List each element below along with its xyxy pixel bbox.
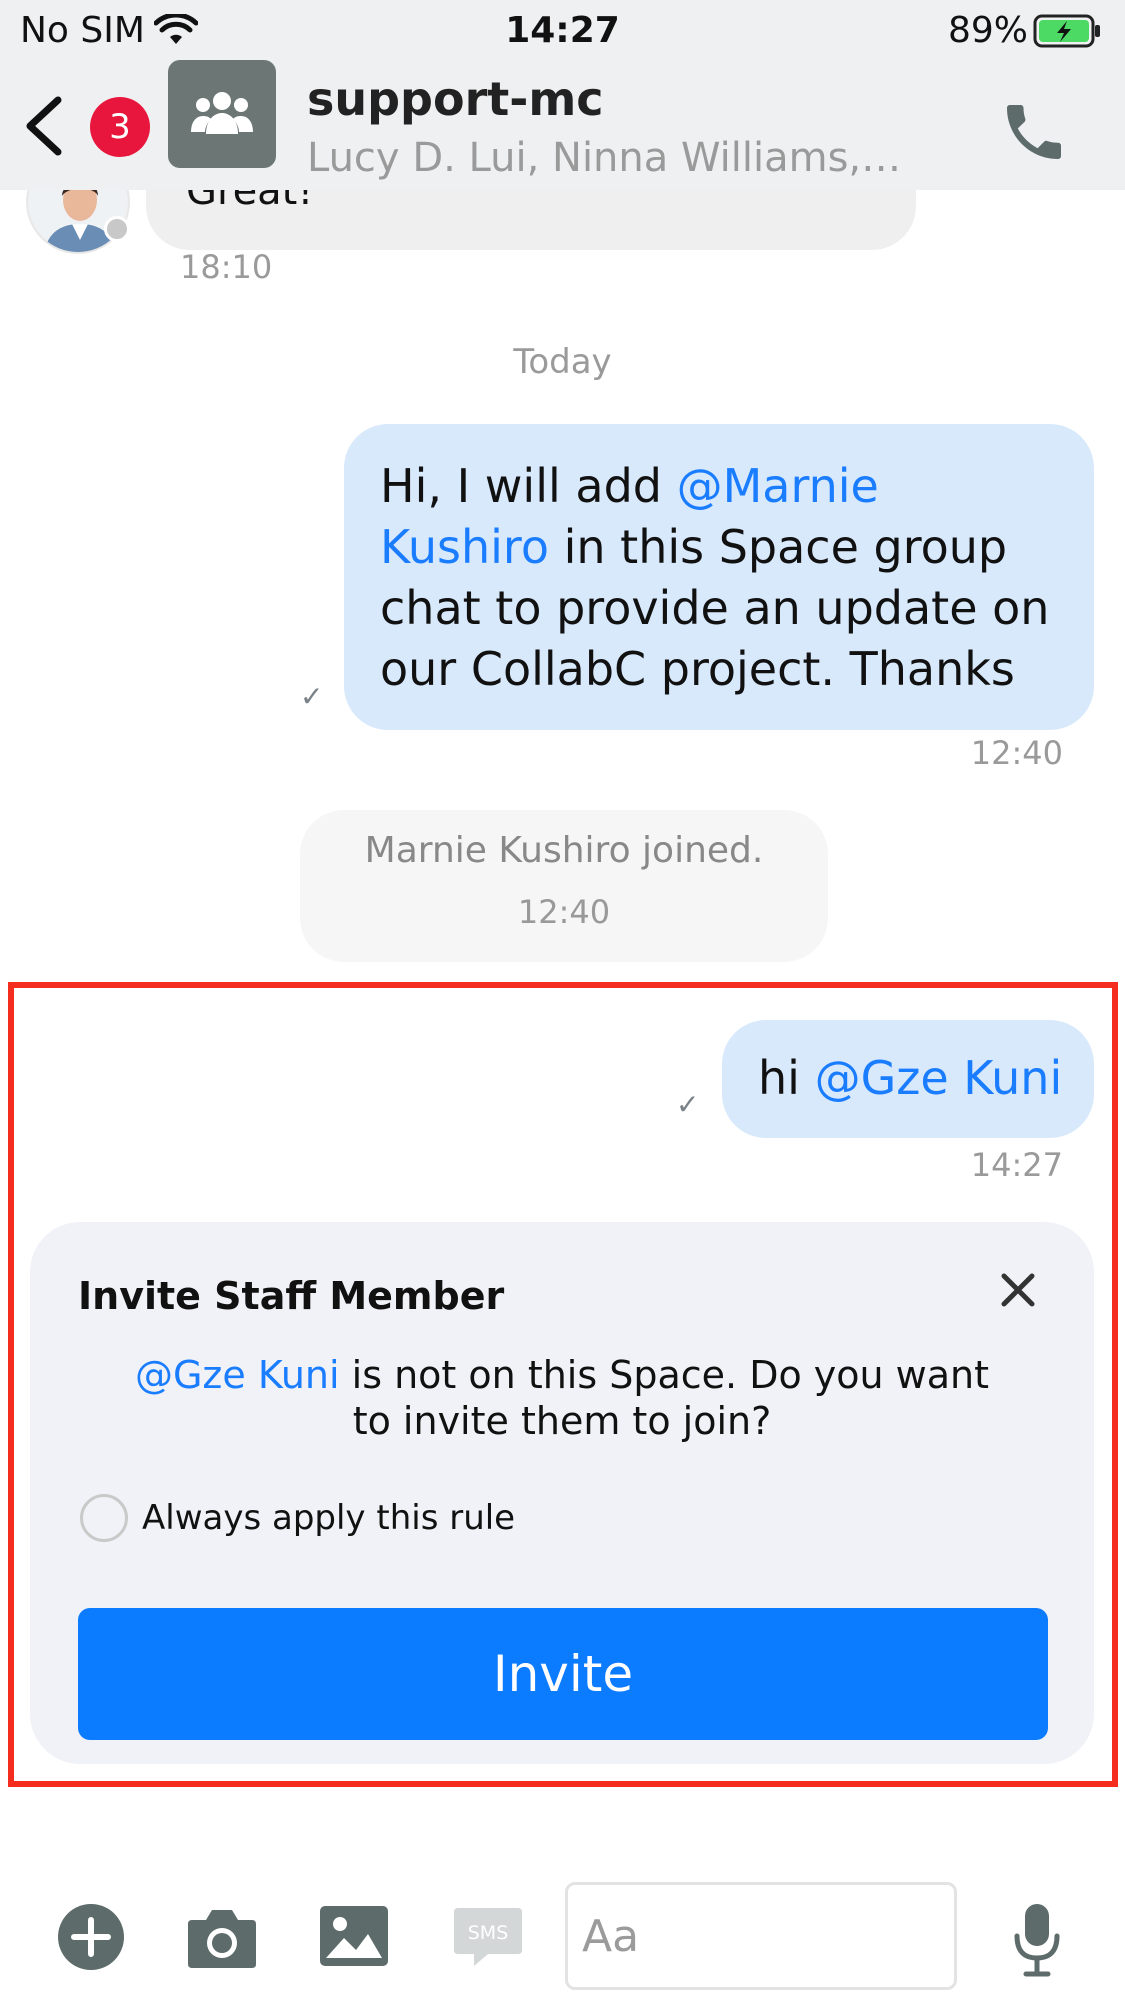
chat-message-list[interactable]: Great! 18:10 Today Hi, I will add @Marni… — [0, 190, 1125, 1850]
message-timestamp: 18:10 — [180, 248, 273, 286]
sent-checkmark-icon: ✓ — [300, 680, 324, 713]
image-gallery-icon[interactable] — [318, 1904, 390, 1972]
invite-prompt-title: Invite Staff Member — [78, 1274, 505, 1318]
message-composer-toolbar: SMS — [0, 1850, 1125, 2001]
outgoing-message-bubble[interactable]: Hi, I will add @Marnie Kushiro in this S… — [344, 424, 1094, 730]
camera-icon[interactable] — [186, 1904, 258, 1974]
message-text: hi — [758, 1051, 815, 1105]
chat-header: 3 support-mc Lucy D. Lui, Ninna Williams… — [0, 60, 1125, 190]
system-event-timestamp: 12:40 — [517, 893, 611, 931]
outgoing-message-bubble[interactable]: hi @Gze Kuni — [722, 1020, 1094, 1138]
message-input[interactable] — [565, 1882, 957, 1990]
always-apply-label[interactable]: Always apply this rule — [142, 1498, 515, 1538]
microphone-icon[interactable] — [1012, 1902, 1062, 1982]
sms-icon-label: SMS — [468, 1922, 509, 1944]
space-members-subtitle[interactable]: Lucy D. Lui, Ninna Williams,… — [307, 135, 901, 181]
invite-button[interactable]: Invite — [78, 1608, 1048, 1740]
phone-call-icon[interactable] — [998, 96, 1070, 172]
invite-prompt-text: is not on this Space. Do you want to inv… — [339, 1353, 990, 1443]
status-bar: No SIM 14:27 89% — [0, 0, 1125, 60]
sms-icon[interactable]: SMS — [452, 1906, 524, 1974]
message-timestamp: 14:27 — [970, 1146, 1063, 1184]
group-avatar[interactable] — [168, 60, 276, 168]
presence-status-dot — [104, 216, 130, 242]
incoming-message-text: Great! — [186, 190, 314, 214]
system-event-notice: Marnie Kushiro joined. 12:40 — [300, 810, 828, 962]
message-timestamp: 12:40 — [970, 734, 1063, 772]
battery-icon — [1033, 14, 1103, 52]
date-separator: Today — [513, 342, 612, 382]
mention-link[interactable]: @Gze Kuni — [815, 1051, 1063, 1105]
space-title[interactable]: support-mc — [307, 72, 604, 126]
unread-count-badge: 3 — [90, 97, 150, 157]
group-icon — [190, 90, 254, 140]
message-text: Hi, I will add — [380, 459, 677, 513]
outgoing-message-text: Hi, I will add @Marnie Kushiro in this S… — [380, 456, 1058, 700]
invite-staff-prompt-card: Invite Staff Member @Gze Kuni is not on … — [30, 1222, 1094, 1764]
back-arrow-icon[interactable] — [20, 94, 64, 162]
mention-link[interactable]: @Gze Kuni — [135, 1353, 340, 1397]
invite-prompt-message: @Gze Kuni is not on this Space. Do you w… — [110, 1352, 1014, 1444]
battery-percentage: 89% — [947, 10, 1028, 51]
outgoing-message-text: hi @Gze Kuni — [758, 1048, 1062, 1108]
always-apply-radio[interactable] — [80, 1494, 128, 1542]
sent-checkmark-icon: ✓ — [676, 1088, 700, 1121]
close-icon[interactable] — [998, 1270, 1038, 1314]
add-attachment-icon[interactable] — [56, 1902, 126, 1976]
system-event-text: Marnie Kushiro joined. — [364, 830, 764, 871]
